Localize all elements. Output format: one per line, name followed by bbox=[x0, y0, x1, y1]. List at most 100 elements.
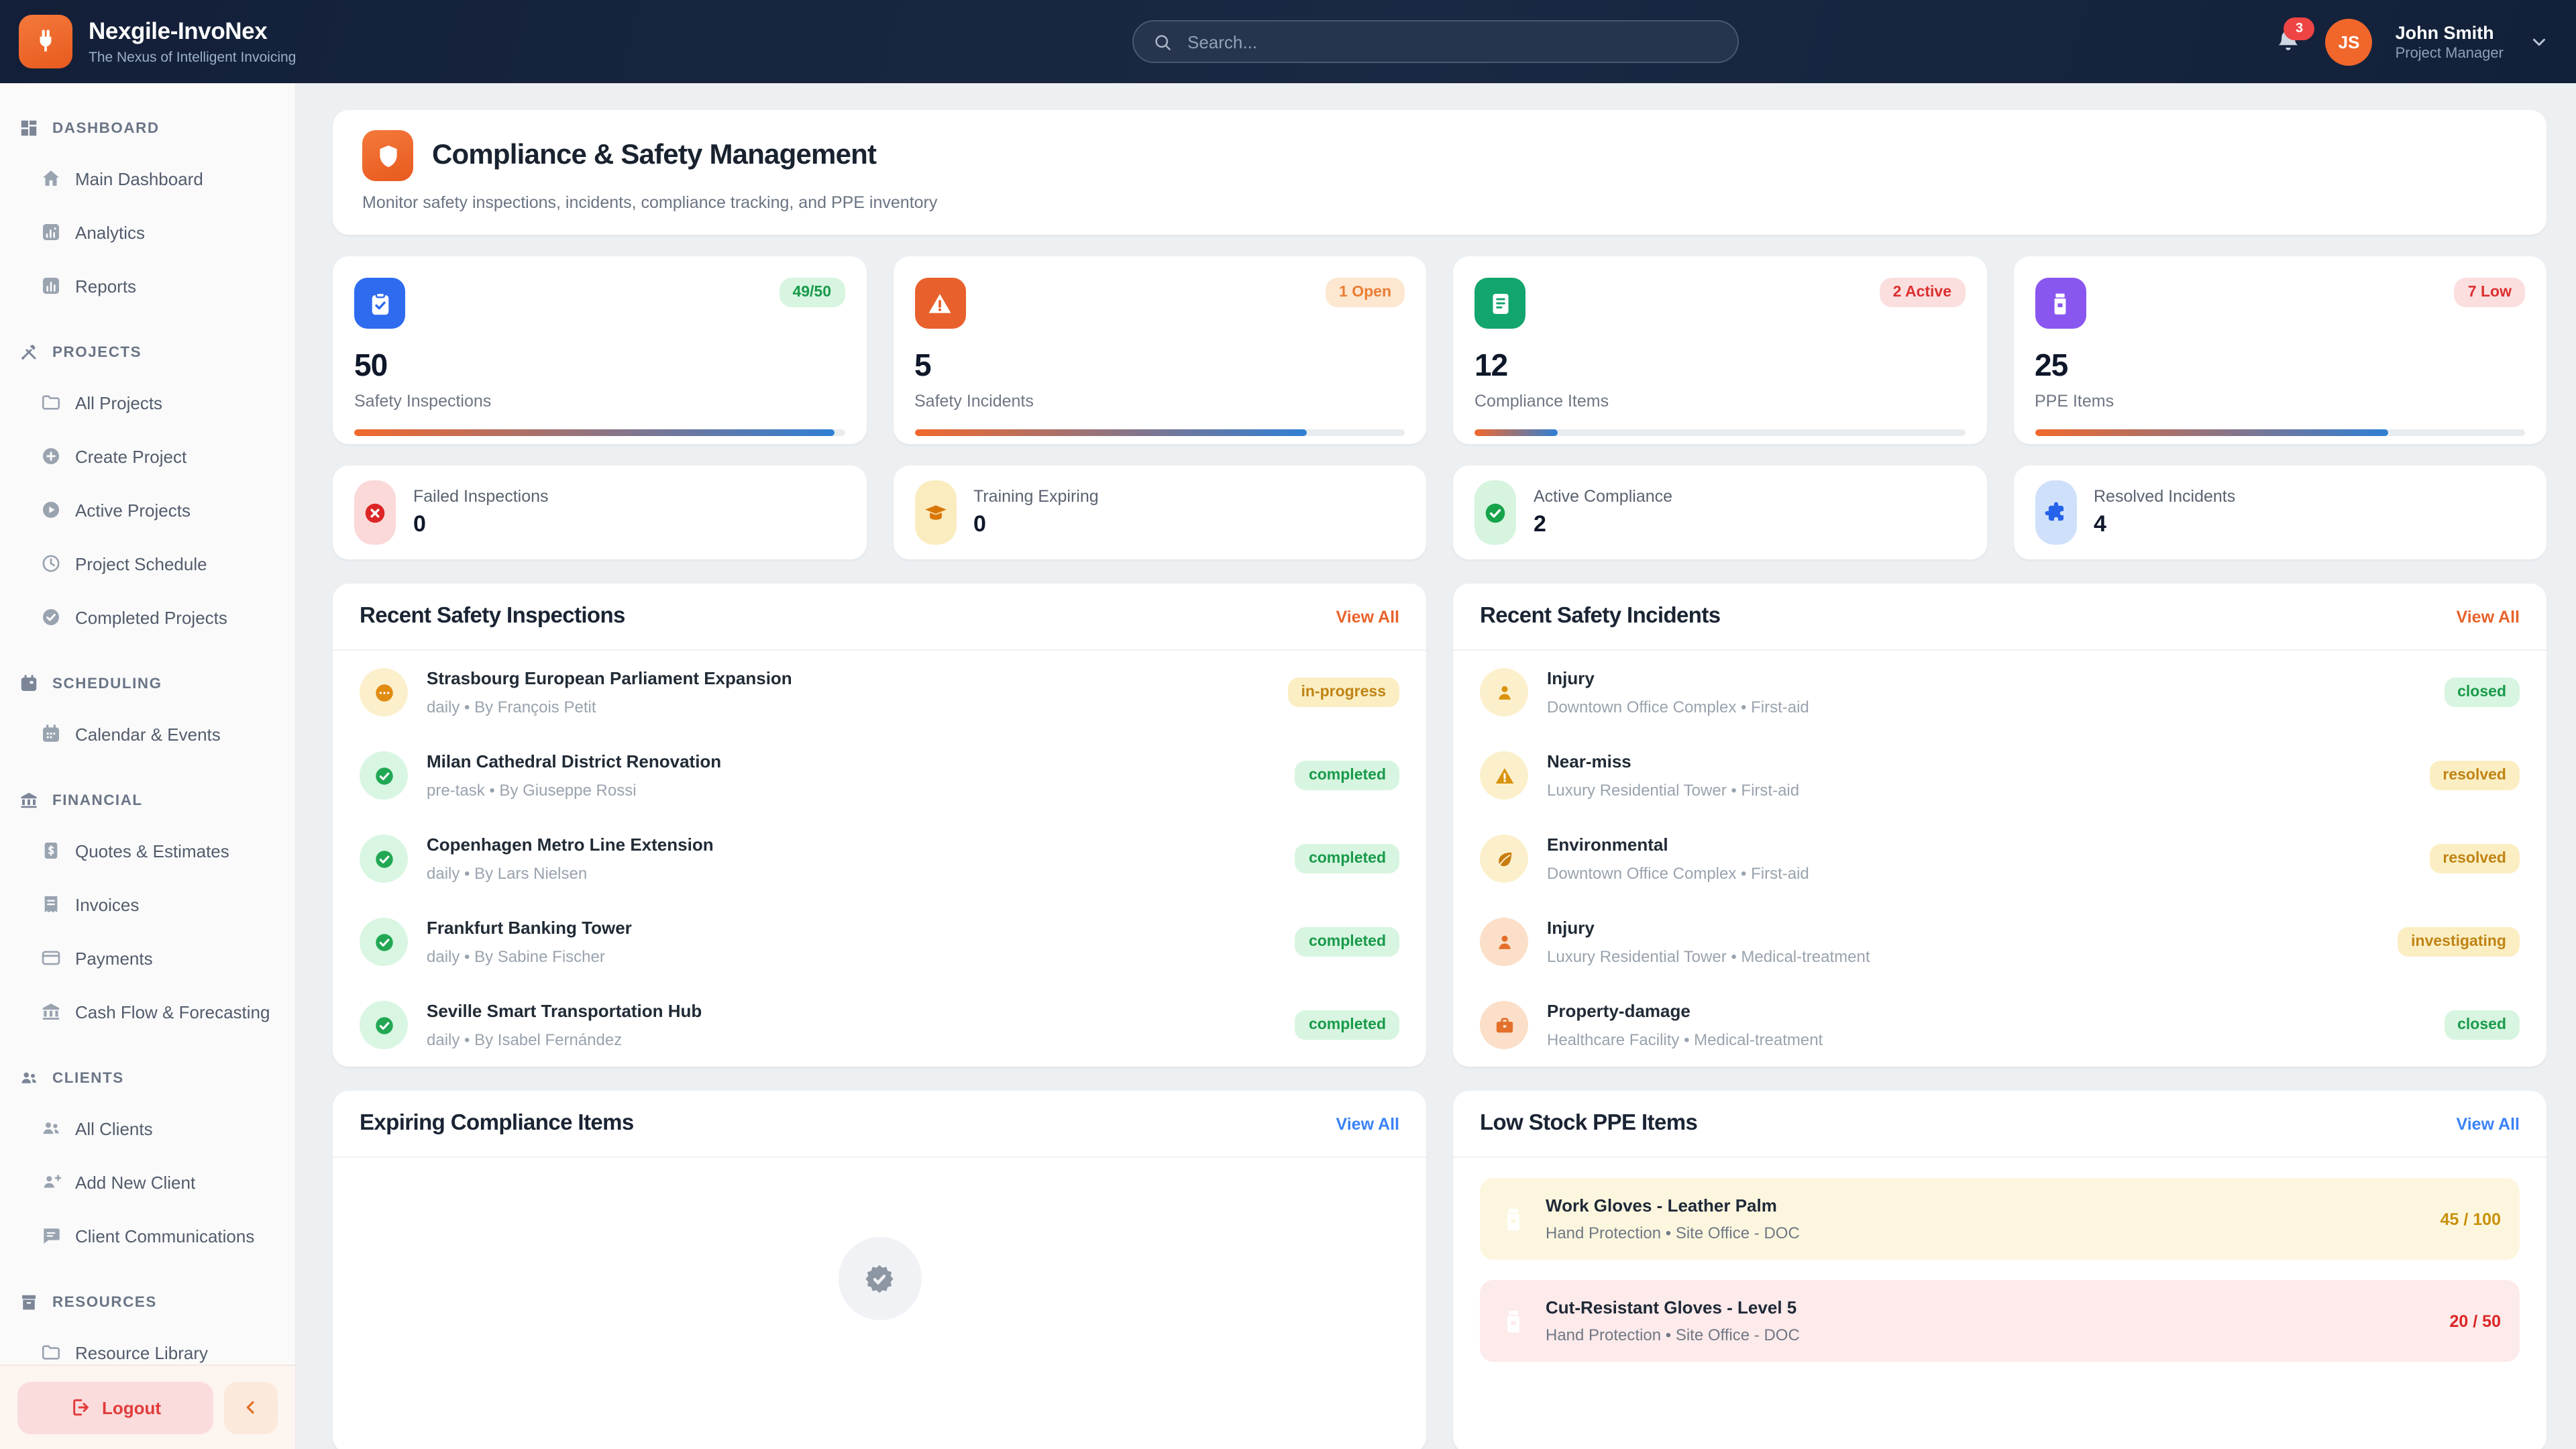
avatar[interactable]: JS bbox=[2326, 18, 2373, 65]
ppe-list: Work Gloves - Leather Palm Hand Protectio… bbox=[1453, 1178, 2546, 1362]
sidebar-item-label: Invoices bbox=[75, 894, 139, 914]
leaf-icon bbox=[1480, 835, 1528, 883]
sidebar-item-all-clients[interactable]: All Clients bbox=[0, 1102, 295, 1155]
ppe-panel-title: Low Stock PPE Items bbox=[1480, 1111, 1697, 1136]
mini-stat-body: Training Expiring0 bbox=[973, 487, 1099, 538]
stat-label: Safety Inspections bbox=[354, 392, 845, 411]
progress-bar-fill bbox=[2035, 429, 2387, 436]
sidebar-item-cash-flow-forecasting[interactable]: Cash Flow & Forecasting bbox=[0, 985, 295, 1038]
search-icon bbox=[1152, 32, 1173, 52]
notifications-button[interactable]: 3 bbox=[2275, 27, 2303, 56]
ppe-item-meta: Hand Protection • Site Office - DOC bbox=[1546, 1326, 2432, 1344]
sidebar-item-resource-library[interactable]: Resource Library bbox=[0, 1326, 295, 1364]
ppe-item-body: Cut-Resistant Gloves - Level 5Hand Prote… bbox=[1546, 1297, 2432, 1344]
sidebar-section-label: FINANCIAL bbox=[52, 792, 143, 808]
sidebar-item-label: Resource Library bbox=[75, 1342, 208, 1362]
sidebar-item-create-project[interactable]: Create Project bbox=[0, 429, 295, 483]
bank-icon bbox=[19, 790, 39, 810]
recent-incidents-panel: Recent Safety Incidents View All InjuryD… bbox=[1453, 584, 2546, 1067]
notification-badge: 3 bbox=[2284, 17, 2315, 40]
stat-label: Safety Incidents bbox=[914, 392, 1405, 411]
sidebar-footer: Logout bbox=[0, 1364, 295, 1449]
sidebar-section-resources: RESOURCESResource LibraryMaterialsEquipm… bbox=[0, 1279, 295, 1364]
mini-stat-body: Failed Inspections0 bbox=[413, 487, 549, 538]
tools-icon bbox=[19, 342, 39, 362]
list-row-title: Frankfurt Banking Tower bbox=[427, 918, 1277, 938]
sidebar-item-quotes-estimates[interactable]: Quotes & Estimates bbox=[0, 824, 295, 877]
stat-value: 25 bbox=[2035, 347, 2525, 384]
archive-icon bbox=[19, 1292, 39, 1312]
sidebar-item-label: All Projects bbox=[75, 392, 162, 413]
sidebar-item-all-projects[interactable]: All Projects bbox=[0, 376, 295, 429]
people-icon bbox=[19, 1068, 39, 1088]
mini-stat-body: Active Compliance 2 bbox=[1534, 487, 1672, 538]
sidebar-item-reports[interactable]: Reports bbox=[0, 259, 295, 313]
list-row-body: Milan Cathedral District Renovationpre-t… bbox=[427, 751, 1277, 800]
sidebar-item-invoices[interactable]: Invoices bbox=[0, 877, 295, 931]
sidebar-section-label: SCHEDULING bbox=[52, 676, 162, 692]
check-circle-icon bbox=[360, 835, 408, 883]
top-bar: Nexgile-InvoNex The Nexus of Intelligent… bbox=[0, 0, 2576, 83]
status-badge: completed bbox=[1295, 927, 1399, 957]
sidebar-item-label: All Clients bbox=[75, 1118, 153, 1138]
ppe-item-meta: Hand Protection • Site Office - DOC bbox=[1546, 1224, 2423, 1242]
ppe-view-all-link[interactable]: View All bbox=[2457, 1114, 2520, 1133]
sidebar-item-client-communications[interactable]: Client Communications bbox=[0, 1209, 295, 1263]
sidebar-section-dashboard: DASHBOARDMain DashboardAnalyticsReports bbox=[0, 105, 295, 313]
list-row-body: Strasbourg European Parliament Expansion… bbox=[427, 668, 1269, 716]
sidebar-section-header-clients: CLIENTS bbox=[0, 1055, 295, 1102]
search-input[interactable] bbox=[1185, 30, 1719, 53]
shield-check-icon bbox=[362, 130, 413, 181]
seal-icon bbox=[838, 1237, 921, 1320]
mini-stat-label: Active Compliance bbox=[1534, 487, 1672, 506]
sidebar-item-calendar-events[interactable]: Calendar & Events bbox=[0, 707, 295, 761]
page-title: Compliance & Safety Management bbox=[432, 140, 876, 172]
inspection-row: Seville Smart Transportation Hubdaily • … bbox=[333, 983, 1426, 1067]
sidebar-item-add-new-client[interactable]: Add New Client bbox=[0, 1155, 295, 1209]
bars-icon bbox=[40, 275, 62, 297]
doc-dollar-icon bbox=[40, 840, 62, 861]
incidents-view-all-link[interactable]: View All bbox=[2457, 607, 2520, 626]
sidebar-item-analytics[interactable]: Analytics bbox=[0, 205, 295, 259]
ppe-item-body: Work Gloves - Leather Palm Hand Protectio… bbox=[1546, 1195, 2423, 1242]
ellipsis-circle-icon bbox=[360, 668, 408, 716]
check-circle-icon bbox=[360, 751, 408, 800]
mini-stat-value: 0 bbox=[413, 511, 549, 538]
grid-icon bbox=[19, 118, 39, 138]
check-circle-icon bbox=[1474, 480, 1516, 545]
ppe-item-name: Work Gloves - Leather Palm bbox=[1546, 1195, 2423, 1216]
ppe-item-stock: 45 / 100 bbox=[2440, 1210, 2501, 1228]
sidebar-item-payments[interactable]: Payments bbox=[0, 931, 295, 985]
puzzle-icon bbox=[2035, 480, 2076, 545]
list-row-title: Strasbourg European Parliament Expansion bbox=[427, 668, 1269, 688]
compliance-panel-title: Expiring Compliance Items bbox=[360, 1111, 634, 1136]
sidebar-section-header-projects: PROJECTS bbox=[0, 329, 295, 376]
mini-stat-cards: Failed Inspections0 Training Expiring0 Act… bbox=[333, 466, 2546, 559]
logout-button[interactable]: Logout bbox=[17, 1381, 213, 1434]
search-bar[interactable] bbox=[1132, 20, 1739, 63]
person-plus-icon bbox=[40, 1171, 62, 1193]
sidebar-item-completed-projects[interactable]: Completed Projects bbox=[0, 590, 295, 644]
grad-cap-icon bbox=[914, 480, 956, 545]
sidebar-item-project-schedule[interactable]: Project Schedule bbox=[0, 537, 295, 590]
list-row-title: Injury bbox=[1547, 668, 2425, 688]
incidents-list: InjuryDowntown Office Complex • First-ai… bbox=[1453, 651, 2546, 1067]
sidebar-collapse-button[interactable] bbox=[224, 1381, 278, 1434]
inspections-view-all-link[interactable]: View All bbox=[1336, 607, 1400, 626]
sidebar-section-label: PROJECTS bbox=[52, 344, 142, 360]
list-row-body: Near-missLuxury Residential Tower • Firs… bbox=[1547, 751, 2410, 800]
compliance-view-all-link[interactable]: View All bbox=[1336, 1114, 1400, 1133]
check-circle-icon bbox=[360, 918, 408, 966]
app-root: Nexgile-InvoNex The Nexus of Intelligent… bbox=[0, 0, 2576, 1449]
sidebar-item-main-dashboard[interactable]: Main Dashboard bbox=[0, 152, 295, 205]
stat-value: 5 bbox=[914, 347, 1405, 384]
play-circle-icon bbox=[40, 499, 62, 521]
folder-icon bbox=[40, 392, 62, 413]
chevron-down-icon[interactable] bbox=[2529, 32, 2549, 52]
sidebar-section-label: RESOURCES bbox=[52, 1294, 157, 1310]
sidebar-item-active-projects[interactable]: Active Projects bbox=[0, 483, 295, 537]
list-row-meta: daily • By Isabel Fernández bbox=[427, 1030, 1277, 1049]
mini-stat-value: 2 bbox=[1534, 511, 1672, 538]
stat-badge: 2 Active bbox=[1880, 278, 1965, 307]
chat-icon bbox=[40, 1225, 62, 1246]
